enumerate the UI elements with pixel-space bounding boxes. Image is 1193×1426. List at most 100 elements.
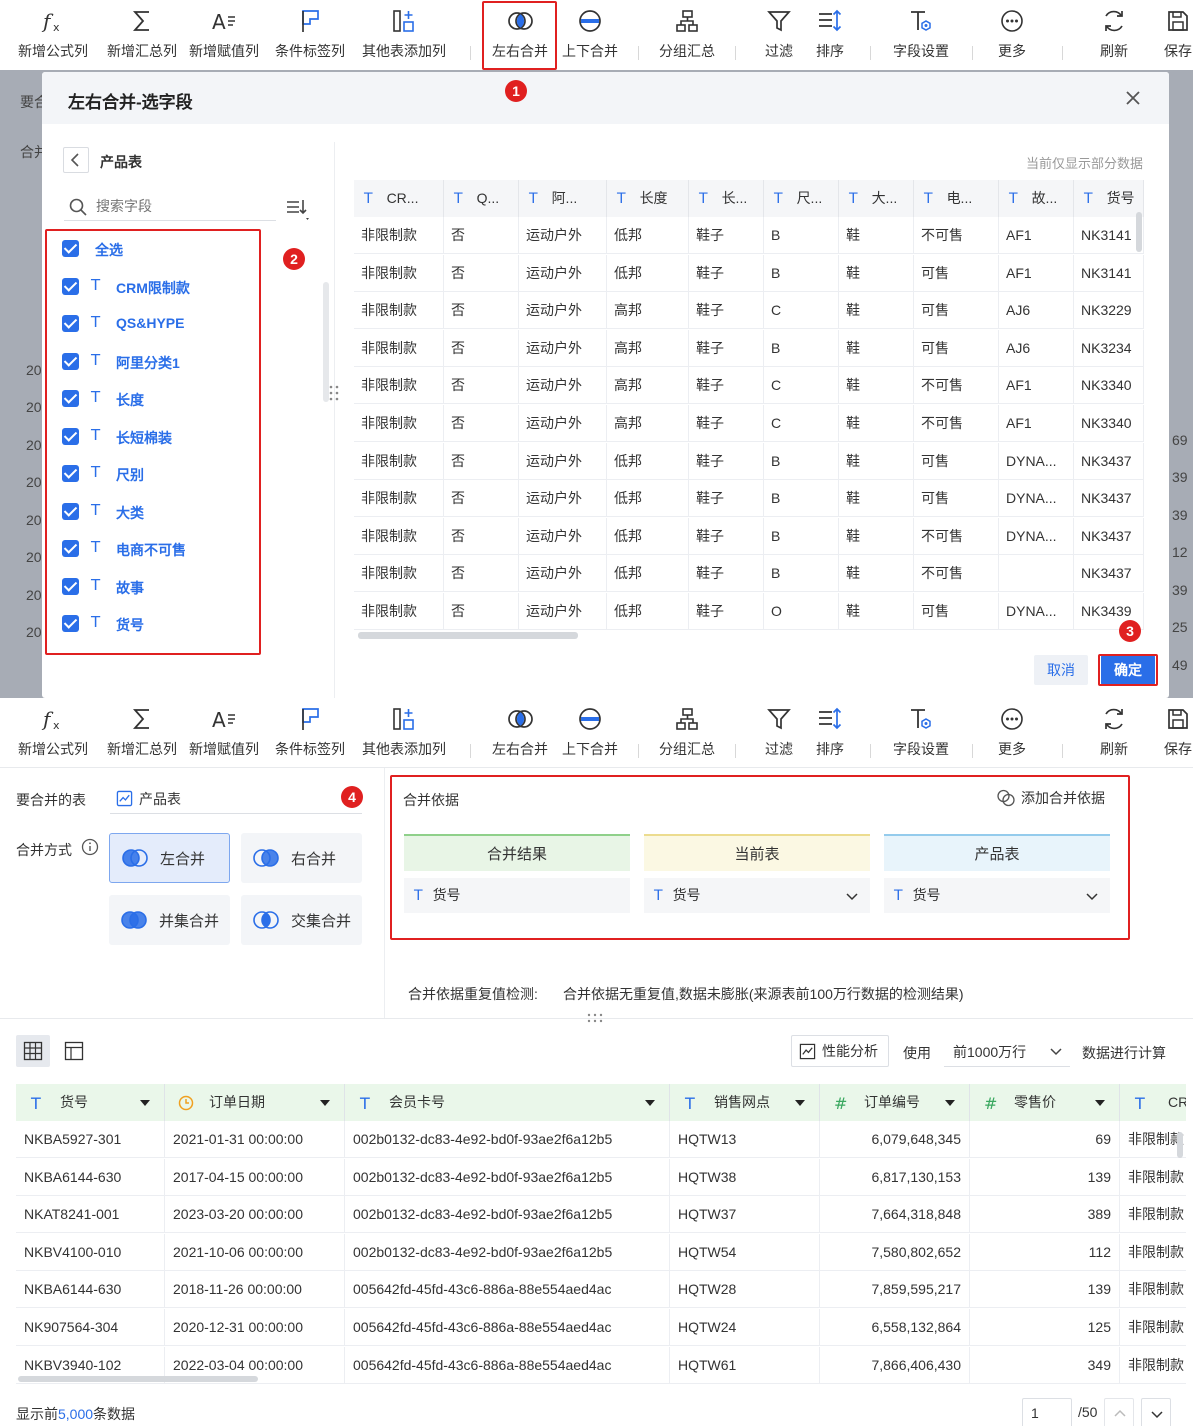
result-column-name: 订单日期: [209, 1094, 265, 1110]
preview-column-header[interactable]: T Q...: [444, 180, 519, 217]
preview-cell: 鞋子: [689, 593, 764, 630]
preview-cell: 鞋: [839, 217, 914, 254]
cancel-button[interactable]: 取消: [1034, 655, 1088, 685]
preview-cell: 运动户外: [519, 405, 607, 442]
toolbar-top: f x 新增公式列 新增汇总列 A 新增赋值列 条件标签列 其他表添加列 左右合并 上下合并 分组汇…: [0, 0, 1193, 70]
preview-vscrollbar[interactable]: [1136, 212, 1142, 252]
preview-cell: 鞋子: [689, 517, 764, 555]
result-cell: 005642fd-45fd-43c6-886a-88e554aed4ac: [345, 1271, 670, 1309]
save-icon: [1168, 11, 1188, 31]
preview-column-header[interactable]: T 大...: [839, 180, 914, 217]
sort-fields-icon[interactable]: [284, 196, 312, 224]
more-icon: [1001, 10, 1023, 32]
result-column-name: 销售网点: [714, 1094, 770, 1110]
preview-column-header[interactable]: T 故...: [999, 180, 1074, 217]
field-search[interactable]: [64, 193, 276, 221]
result-cell: 125: [970, 1309, 1120, 1346]
text-type-icon: T: [774, 191, 783, 207]
result-column-header[interactable]: T CR: [1120, 1084, 1186, 1121]
svg-text:x: x: [53, 21, 60, 34]
preview-column-name: 大...: [871, 190, 898, 206]
preview-cell: 鞋子: [689, 217, 764, 254]
caret-down-icon[interactable]: [140, 1098, 150, 1108]
preview-cell: 否: [444, 292, 519, 330]
result-cell: 139: [970, 1158, 1120, 1196]
caret-down-icon[interactable]: [645, 1098, 655, 1108]
preview-cell: DYNA...: [999, 593, 1074, 630]
preview-cell: DYNA...: [999, 480, 1074, 518]
preview-column-header[interactable]: T 长...: [689, 180, 764, 217]
svg-text:A: A: [212, 10, 226, 34]
svg-text:T: T: [684, 1094, 695, 1113]
caret-down-icon[interactable]: [320, 1098, 330, 1108]
preview-column-name: 故...: [1031, 190, 1058, 206]
number-type-icon: #: [834, 1094, 847, 1113]
page-up-button[interactable]: [1104, 1398, 1134, 1426]
result-cell: HQTW37: [670, 1196, 820, 1234]
toolbar-field-settings-button[interactable]: 字段设置: [871, 0, 971, 70]
result-column-header[interactable]: T 销售网点: [670, 1084, 820, 1121]
toolbar-flag-button[interactable]: 条件标签列: [260, 0, 360, 70]
result-cell: 非限制款: [1120, 1347, 1186, 1384]
toolbar-assign-button[interactable]: A 新增赋值列: [174, 0, 274, 70]
preview-cell: 鞋: [839, 367, 914, 405]
preview-column-header[interactable]: T 长度: [607, 180, 689, 217]
bottom-screenshot: f x 新增公式列 新增汇总列 A 新增赋值列 条件标签列 其他表添加列 左右合并 上下合并 分组汇…: [0, 698, 1193, 1426]
toolbar-group-button[interactable]: 分组汇总: [637, 0, 737, 70]
toolbar-sort-button[interactable]: 排序: [780, 0, 880, 70]
result-column-header[interactable]: T 会员卡号: [345, 1084, 670, 1121]
page-input[interactable]: 1: [1022, 1398, 1072, 1426]
caret-down-icon[interactable]: [945, 1098, 955, 1108]
bg-fragment: 20: [26, 474, 42, 490]
page-down-button[interactable]: [1141, 1398, 1171, 1426]
text-type-icon: T: [924, 191, 933, 207]
source-table-name: 产品表: [100, 154, 142, 170]
preview-column-header[interactable]: T 阿...: [519, 180, 607, 217]
flag-icon: [302, 10, 319, 32]
bg-fragment: 49: [1172, 657, 1188, 673]
preview-column-header[interactable]: T CR...: [354, 180, 444, 217]
toolbar-label: 条件标签列: [275, 43, 345, 59]
top-bottom-merge-icon: [579, 10, 601, 32]
svg-text:T: T: [30, 1094, 41, 1113]
preview-cell: 鞋子: [689, 480, 764, 518]
preview-cell: 运动户外: [519, 555, 607, 593]
preview-cell: DYNA...: [999, 442, 1074, 480]
toolbar-label: 新增公式列: [18, 43, 88, 59]
result-column-header[interactable]: # 订单编号: [820, 1084, 970, 1121]
drag-handle-icon[interactable]: [328, 384, 340, 402]
result-cell: 2018-11-26 00:00:00: [165, 1271, 345, 1309]
back-button[interactable]: [63, 147, 89, 173]
toolbar-add-column-button[interactable]: 其他表添加列: [354, 0, 454, 70]
close-icon[interactable]: [1123, 88, 1143, 108]
result-cell: 6,079,648,345: [820, 1121, 970, 1158]
toolbar-fx-button[interactable]: f x 新增公式列: [3, 0, 103, 70]
result-cell: 005642fd-45fd-43c6-886a-88e554aed4ac: [345, 1346, 670, 1384]
preview-column-header[interactable]: T 电...: [914, 180, 999, 217]
toolbar-label: 其他表添加列: [362, 43, 446, 59]
result-cell: HQTW61: [670, 1346, 820, 1384]
footer-count: 5,000: [58, 1406, 94, 1422]
preview-column-header[interactable]: T 尺...: [764, 180, 839, 217]
preview-column-header[interactable]: T 货号: [1074, 180, 1144, 217]
preview-cell: AJ6: [999, 329, 1074, 367]
result-column-header[interactable]: T 货号: [16, 1084, 165, 1121]
search-input[interactable]: [96, 195, 266, 217]
preview-cell: NK3437: [1074, 442, 1144, 480]
toolbar-more-button[interactable]: 更多: [962, 0, 1062, 70]
preview-cell: 运动户外: [519, 367, 607, 405]
preview-cell: C: [764, 292, 839, 330]
caret-down-icon[interactable]: [795, 1098, 805, 1108]
caret-down-icon[interactable]: [1095, 1098, 1105, 1108]
result-vscrollbar[interactable]: [1177, 1132, 1183, 1158]
result-cell: 6,817,130,153: [820, 1158, 970, 1196]
result-cell: 112: [970, 1233, 1120, 1271]
result-column-header[interactable]: 订单日期: [165, 1084, 345, 1121]
toolbar-separator: [735, 46, 736, 60]
preview-cell: 否: [444, 367, 519, 405]
result-column-header[interactable]: # 零售价: [970, 1084, 1120, 1121]
toolbar-save-button[interactable]: 保存: [1128, 0, 1193, 70]
preview-hscrollbar[interactable]: [358, 632, 578, 639]
result-hscrollbar[interactable]: [18, 1376, 258, 1382]
toolbar-label: 新增赋值列: [189, 43, 259, 59]
